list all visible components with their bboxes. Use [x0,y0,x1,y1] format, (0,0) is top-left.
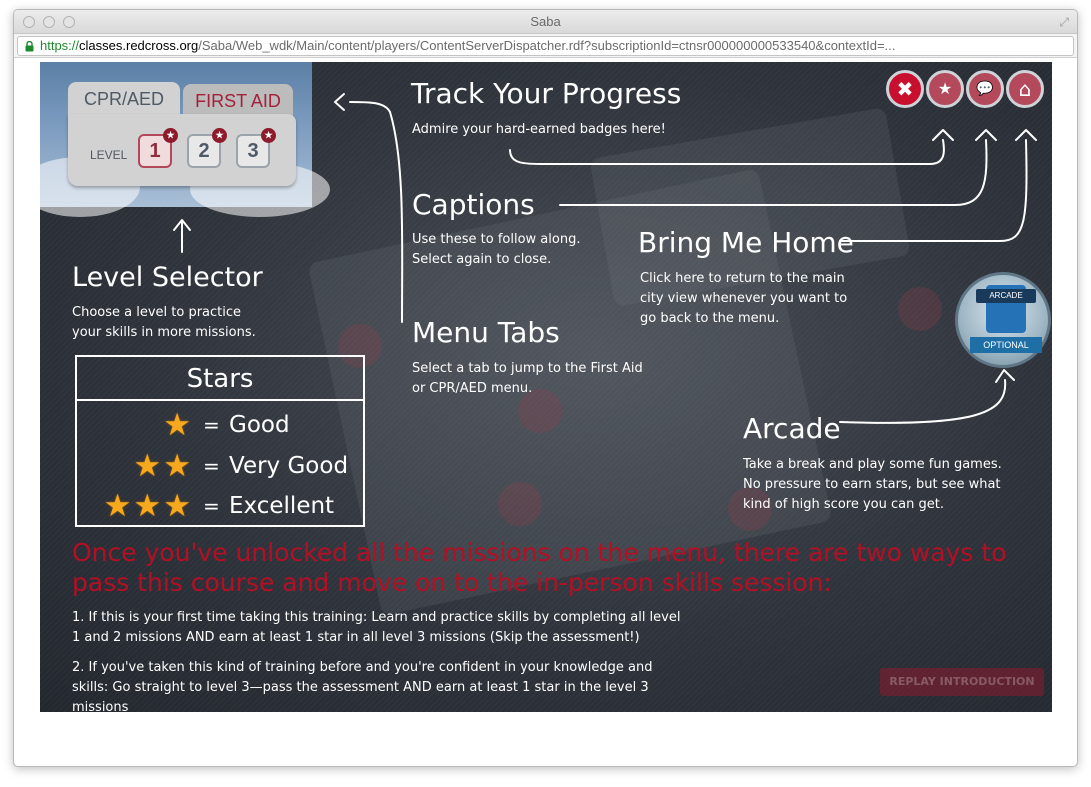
instruction-2: 2. If you've taken this kind of training… [72,660,653,712]
menu-tabs-title: Menu Tabs [412,316,560,349]
arrow-arcade [839,379,1007,424]
captions-button[interactable]: 💬 [966,70,1004,108]
url-field[interactable]: https://classes.redcross.org/Saba/Web_wd… [17,36,1074,56]
arcade-title: Arcade [743,412,841,445]
lock-icon [25,41,34,52]
arcade-label: ARCADE [976,289,1036,303]
equals-sign: = [203,494,220,518]
home-button[interactable]: ⌂ [1006,70,1044,108]
fullscreen-icon[interactable]: ⤢ [1059,15,1069,30]
star-rating-label: Excellent [229,493,335,519]
close-button[interactable]: ✖ [886,70,924,108]
tutorial-overlay: FIRST AID CPR/AED LEVEL 1 ★ 2 ★ 3 ★ Trac… [40,62,1052,712]
star-rating-label: Good [229,412,290,438]
pass-course-notice: Once you've unlocked all the missions on… [72,538,1007,597]
equals-sign: = [203,413,220,437]
stars-table-title: Stars [77,357,363,401]
url-scheme: https:// [40,38,80,53]
star-icon: ★★★ [103,488,193,524]
star-row-good: ★ = Good [77,405,363,445]
star-icon: ★★ [133,448,193,484]
arrow-menu-tabs [349,101,404,323]
url-path: /Saba/Web_wdk/Main/content/players/Conte… [198,38,896,53]
url-host: classes.redcross.org [79,38,199,53]
star-rating-label: Very Good [229,453,349,479]
title-bar: Saba ⤢ [14,10,1077,34]
stars-legend-table: Stars ★ = Good ★★ = Very Good ★★★ = Exce… [75,355,365,527]
track-progress-title: Track Your Progress [411,77,682,110]
level-selector-title: Level Selector [72,262,263,293]
instruction-1: 1. If this is your first time taking thi… [72,610,681,645]
arrow-captions [559,139,988,206]
arrow-track-progress [509,139,945,165]
badges-button[interactable]: ★ [926,70,964,108]
star-row-excellent: ★★★ = Excellent [77,486,363,526]
optional-label: OPTIONAL [970,337,1042,353]
captions-title: Captions [412,188,535,221]
level-selector-body: Choose a level to practice your skills i… [72,305,256,340]
arrow-home [839,139,1028,242]
track-progress-body: Admire your hard-earned badges here! [412,122,666,137]
bring-home-body: Click here to return to the main city vi… [640,271,848,326]
address-bar: https://classes.redcross.org/Saba/Web_wd… [14,34,1077,58]
window-title: Saba [530,14,561,29]
arcade-body: Take a break and play some fun games. No… [743,457,1002,512]
arcade-button[interactable]: ARCADE OPTIONAL [955,272,1051,368]
bring-home-title: Bring Me Home [638,226,854,259]
replay-introduction-button[interactable]: REPLAY INTRODUCTION [880,668,1044,696]
star-row-very-good: ★★ = Very Good [77,446,363,486]
equals-sign: = [203,454,220,478]
menu-tabs-body: Select a tab to jump to the First Aid or… [412,361,643,396]
star-icon: ★ [163,407,193,443]
browser-window: Saba ⤢ https://classes.redcross.org/Saba… [13,9,1078,767]
captions-body: Use these to follow along. Select again … [412,232,581,267]
